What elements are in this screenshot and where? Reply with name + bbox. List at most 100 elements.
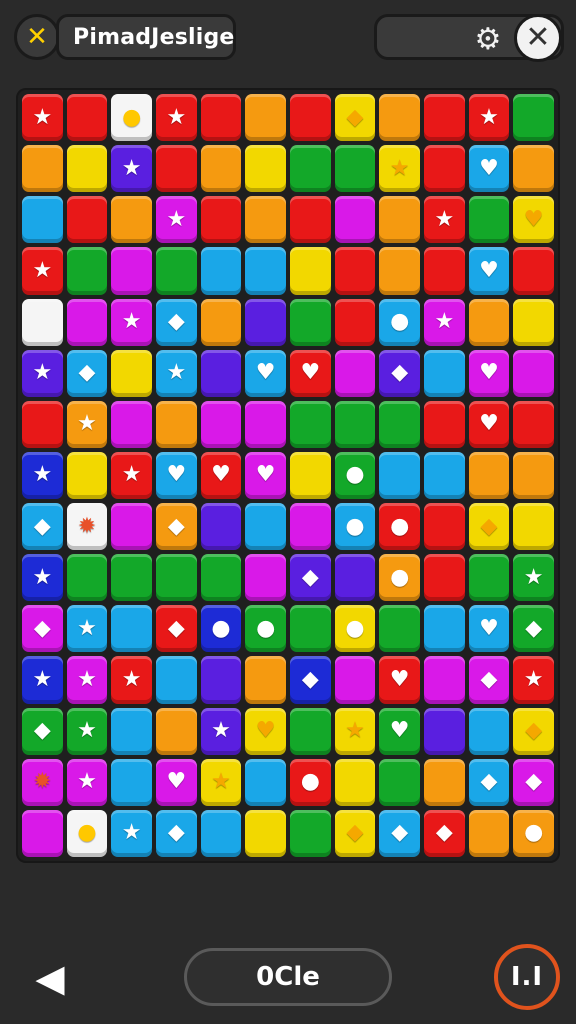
tile[interactable]: ◆ — [334, 94, 376, 142]
tile[interactable]: ◆ — [156, 298, 197, 346]
tile[interactable]: ♥ — [379, 656, 420, 704]
tile[interactable]: ● — [200, 605, 242, 653]
tile[interactable]: ★ — [22, 247, 63, 295]
tile[interactable]: ★ — [22, 94, 63, 142]
tile[interactable]: ● — [111, 94, 152, 142]
tile[interactable]: ● — [245, 605, 286, 653]
tile[interactable]: ★ — [156, 349, 197, 397]
tile[interactable] — [290, 145, 331, 193]
tile[interactable] — [200, 94, 242, 142]
tile[interactable]: ♥ — [468, 247, 510, 295]
tile[interactable] — [379, 400, 420, 448]
tile[interactable]: ★ — [424, 298, 465, 346]
tile[interactable] — [111, 503, 152, 551]
tile[interactable]: ★ — [379, 145, 420, 193]
tile[interactable]: ♥ — [513, 196, 554, 244]
tile[interactable] — [156, 554, 197, 602]
tile[interactable] — [66, 298, 108, 346]
tile[interactable]: ★ — [200, 707, 242, 755]
tile[interactable] — [424, 605, 465, 653]
tile[interactable] — [290, 809, 331, 857]
tile[interactable] — [379, 758, 420, 806]
tile[interactable] — [111, 605, 152, 653]
tile[interactable]: ● — [334, 605, 376, 653]
tile[interactable]: ♥ — [290, 349, 331, 397]
tile[interactable] — [245, 758, 286, 806]
tile[interactable]: ● — [379, 503, 420, 551]
tile[interactable] — [513, 503, 554, 551]
tile[interactable]: ♥ — [245, 451, 286, 500]
tile[interactable] — [245, 809, 286, 857]
tile[interactable] — [513, 400, 554, 448]
exit-button[interactable]: ✕ — [514, 14, 562, 62]
tile[interactable] — [424, 451, 465, 500]
tile[interactable] — [290, 94, 331, 142]
tile[interactable] — [379, 605, 420, 653]
tile[interactable] — [468, 451, 510, 500]
tile[interactable] — [290, 196, 331, 244]
tile[interactable]: ★ — [66, 400, 108, 448]
tile[interactable] — [334, 349, 376, 397]
tile[interactable]: ◆ — [513, 605, 554, 653]
tile[interactable] — [513, 145, 554, 193]
tile[interactable]: ★ — [156, 94, 197, 142]
tile[interactable] — [513, 94, 554, 142]
tile[interactable] — [22, 809, 63, 857]
tile[interactable] — [513, 349, 554, 397]
tile[interactable]: ● — [379, 554, 420, 602]
tile[interactable]: ★ — [66, 656, 108, 704]
tile[interactable]: ♥ — [245, 349, 286, 397]
pause-button[interactable]: I.I — [494, 944, 560, 1010]
tile[interactable]: ♥ — [200, 451, 242, 500]
tile[interactable] — [245, 94, 286, 142]
tile[interactable]: ◆ — [379, 809, 420, 857]
tile[interactable] — [290, 707, 331, 755]
tile[interactable] — [200, 298, 242, 346]
tile[interactable] — [200, 145, 242, 193]
tile[interactable]: ★ — [111, 145, 152, 193]
tile[interactable] — [66, 451, 108, 500]
center-button[interactable]: 0Cle — [184, 948, 392, 1006]
tile[interactable]: ★ — [22, 349, 63, 397]
tile[interactable] — [424, 656, 465, 704]
tile[interactable]: ● — [379, 298, 420, 346]
tile[interactable]: ◆ — [468, 758, 510, 806]
tile[interactable]: ● — [513, 809, 554, 857]
tile[interactable]: ★ — [22, 554, 63, 602]
tile[interactable] — [111, 554, 152, 602]
tile[interactable]: ◆ — [156, 809, 197, 857]
tile[interactable] — [200, 656, 242, 704]
tile[interactable]: ★ — [468, 94, 510, 142]
tile[interactable]: ◆ — [468, 656, 510, 704]
tile[interactable]: ● — [334, 503, 376, 551]
tile[interactable]: ◆ — [468, 503, 510, 551]
tile[interactable] — [334, 554, 376, 602]
tile[interactable]: ● — [290, 758, 331, 806]
tile[interactable]: ★ — [111, 298, 152, 346]
tile[interactable]: ★ — [513, 656, 554, 704]
tile[interactable] — [468, 809, 510, 857]
tile[interactable] — [111, 247, 152, 295]
tile[interactable] — [22, 196, 63, 244]
tile[interactable] — [111, 196, 152, 244]
tile[interactable]: ★ — [156, 196, 197, 244]
tile[interactable] — [200, 400, 242, 448]
tile[interactable] — [334, 196, 376, 244]
tile[interactable]: ★ — [200, 758, 242, 806]
tile[interactable]: ♥ — [156, 758, 197, 806]
tile[interactable] — [424, 145, 465, 193]
tile[interactable]: ★ — [22, 656, 63, 704]
tile[interactable] — [290, 605, 331, 653]
tile[interactable] — [513, 298, 554, 346]
close-level-button[interactable]: ✕ — [14, 14, 60, 60]
tile[interactable] — [379, 247, 420, 295]
tile[interactable] — [468, 196, 510, 244]
tile[interactable] — [111, 758, 152, 806]
tile[interactable] — [111, 707, 152, 755]
tile[interactable] — [468, 554, 510, 602]
tile[interactable] — [245, 400, 286, 448]
tile[interactable] — [245, 196, 286, 244]
tile[interactable]: ◆ — [513, 758, 554, 806]
tile[interactable]: ◆ — [290, 656, 331, 704]
tile[interactable]: ★ — [334, 707, 376, 755]
